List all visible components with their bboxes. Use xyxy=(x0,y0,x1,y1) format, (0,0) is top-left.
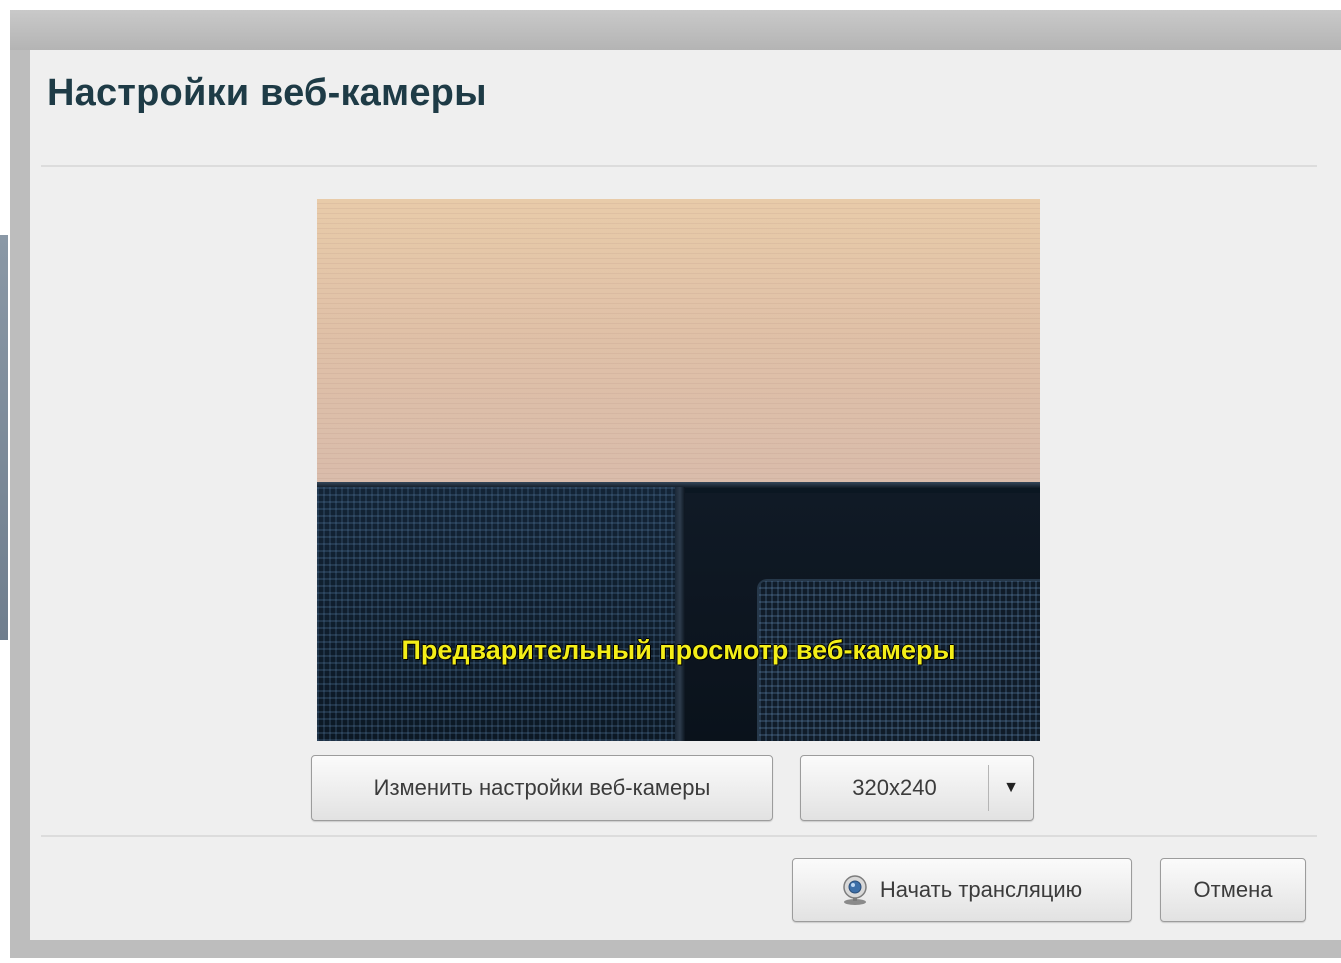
change-webcam-settings-label: Изменить настройки веб-камеры xyxy=(373,775,711,800)
preview-caption: Предварительный просмотр веб-камеры xyxy=(401,635,956,665)
resolution-select[interactable]: 320x240 ▼ xyxy=(800,755,1034,821)
preview-image-seam xyxy=(675,487,685,741)
dialog-body: Настройки веб-камеры Предварительный про… xyxy=(30,50,1341,940)
preview-image-background xyxy=(317,199,1040,484)
footer-divider xyxy=(41,835,1317,837)
header-divider xyxy=(41,165,1317,167)
dialog-title: Настройки веб-камеры xyxy=(47,72,487,114)
cancel-label: Отмена xyxy=(1193,877,1273,902)
background-window-edge xyxy=(0,235,8,640)
webcam-preview: Предварительный просмотр веб-камеры xyxy=(317,199,1040,741)
resolution-value: 320x240 xyxy=(852,775,937,800)
webcam-icon xyxy=(842,875,868,905)
change-webcam-settings-button[interactable]: Изменить настройки веб-камеры xyxy=(311,755,773,821)
chevron-down-icon[interactable]: ▼ xyxy=(989,756,1033,820)
cancel-button[interactable]: Отмена xyxy=(1160,858,1306,922)
dialog-title-bar[interactable] xyxy=(10,10,1341,50)
webcam-settings-dialog: Настройки веб-камеры Предварительный про… xyxy=(10,10,1341,958)
preview-image-left-panel xyxy=(317,487,679,741)
start-broadcast-label: Начать трансляцию xyxy=(879,877,1083,902)
start-broadcast-button[interactable]: Начать трансляцию xyxy=(792,858,1132,922)
